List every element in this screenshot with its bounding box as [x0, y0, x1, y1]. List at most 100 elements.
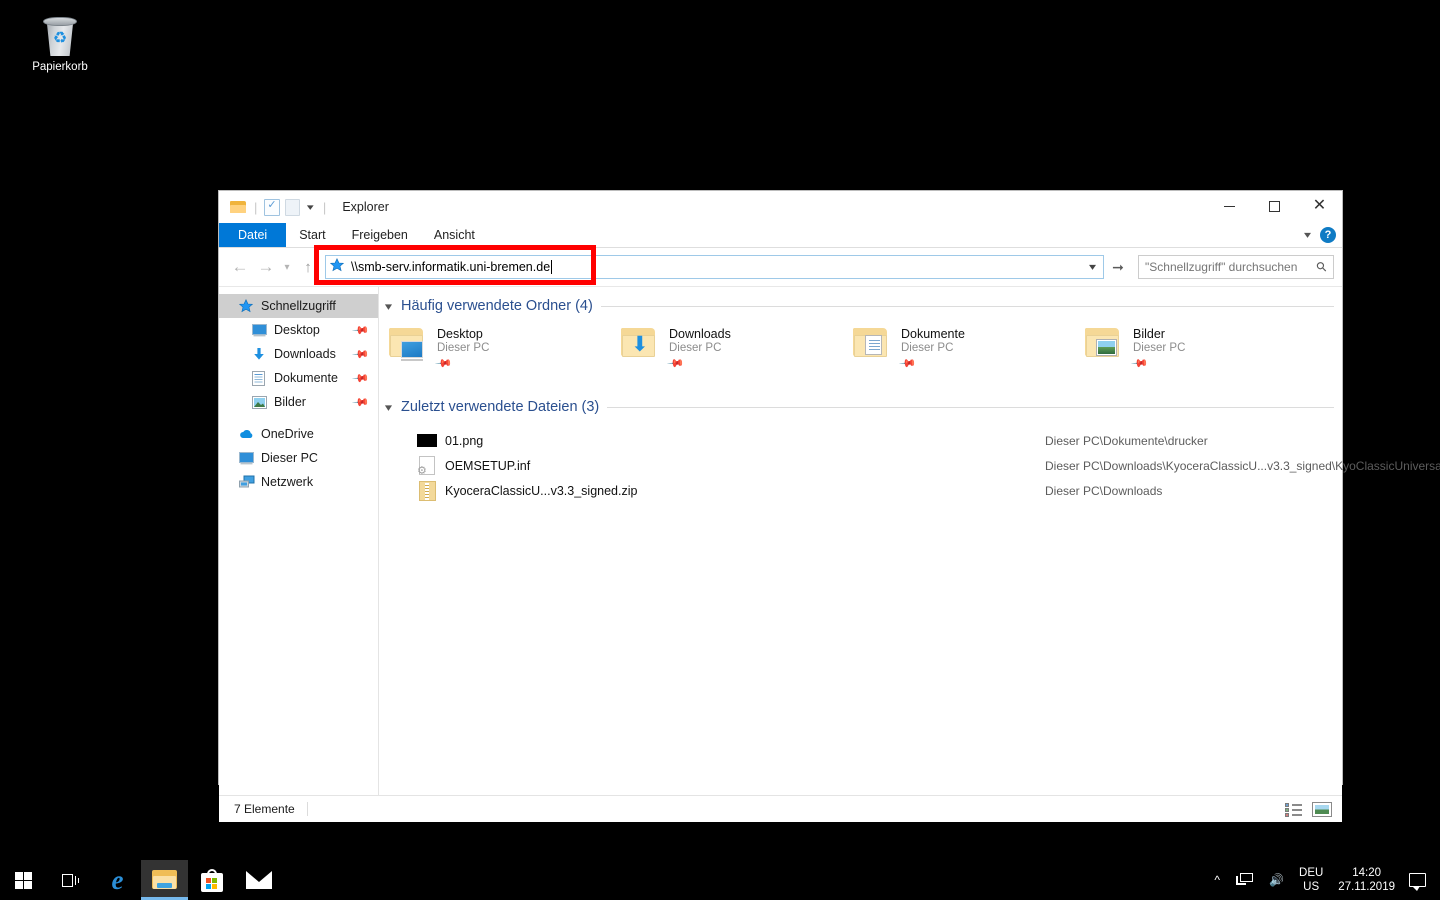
folder-tile-bilder[interactable]: Bilder Dieser PC 📌 [1083, 325, 1315, 373]
notification-icon[interactable] [1409, 873, 1426, 891]
clock[interactable]: 14:20 27.11.2019 [1330, 866, 1403, 894]
quick-access-star-icon [329, 257, 346, 277]
address-bar[interactable]: \\smb-serv.informatik.uni-bremen.de ▾ [325, 255, 1104, 279]
properties-icon[interactable] [264, 198, 281, 216]
sidebar-item-dieser-pc[interactable]: Dieser PC [219, 446, 378, 470]
tab-ansicht[interactable]: Ansicht [421, 223, 488, 247]
group-header-frequent-folders[interactable]: ▾ Häufig verwendete Ordner (4) [385, 293, 1334, 319]
go-button[interactable]: ➞ [1106, 255, 1130, 279]
task-view-button[interactable] [47, 860, 94, 900]
sidebar-item-onedrive[interactable]: OneDrive [219, 422, 378, 446]
tab-freigeben[interactable]: Freigeben [339, 223, 421, 247]
title-bar[interactable]: | ▾ | Explorer ✕ [219, 191, 1342, 223]
inf-file-icon [415, 456, 439, 477]
sidebar-item-schnellzugriff[interactable]: Schnellzugriff [219, 294, 378, 318]
separator: | [254, 199, 258, 215]
close-button[interactable]: ✕ [1297, 191, 1342, 221]
group-header-recent-files[interactable]: ▾ Zuletzt verwendete Dateien (3) [385, 394, 1334, 420]
ribbon-right-controls: ▾ ? [1304, 223, 1336, 247]
window-title: Explorer [342, 200, 389, 214]
folder-tile-dokumente[interactable]: Dokumente Dieser PC 📌 [851, 325, 1083, 373]
recycle-bin-icon: ♻ [20, 8, 100, 58]
maximize-button[interactable] [1252, 191, 1297, 221]
tab-datei[interactable]: Datei [219, 223, 287, 247]
pin-icon: 📌 [898, 354, 917, 373]
edge-icon: e [111, 864, 124, 895]
back-button[interactable]: ← [227, 254, 253, 280]
search-box[interactable]: "Schnellzugriff" durchsuchen ⚲ [1138, 255, 1334, 279]
sidebar-item-label: Dokumente [274, 371, 338, 385]
edge-button[interactable]: e [94, 860, 141, 900]
network-icon[interactable] [1228, 873, 1261, 887]
keyboard-layout-indicator[interactable]: DEU US [1292, 866, 1330, 894]
chevron-up-icon[interactable]: ^ [1206, 873, 1228, 887]
png-file-icon [415, 434, 439, 447]
search-input[interactable]: "Schnellzugriff" durchsuchen [1145, 260, 1297, 274]
clock-time: 14:20 [1352, 867, 1382, 879]
list-item[interactable]: 01.png Dieser PC\Dokumente\drucker [387, 428, 1334, 453]
sidebar-item-label: Dieser PC [261, 451, 318, 465]
sidebar-item-label: Downloads [274, 347, 336, 361]
search-icon[interactable]: ⚲ [1313, 258, 1331, 276]
folder-pictures-icon [1083, 325, 1127, 365]
quick-access-toolbar: | ▾ | Explorer [219, 198, 389, 216]
chevron-down-icon[interactable]: ▾ [385, 300, 403, 313]
help-icon[interactable]: ? [1320, 227, 1336, 243]
up-button[interactable]: ↑ [295, 254, 321, 280]
keyboard-layout: US [1303, 881, 1320, 893]
recent-locations-button[interactable]: ▾ [279, 254, 295, 280]
start-button[interactable] [0, 860, 47, 900]
large-icons-view-icon[interactable] [1312, 801, 1332, 817]
folder-tile-downloads[interactable]: ⬇ Downloads Dieser PC 📌 [619, 325, 851, 373]
status-bar: 7 Elemente [219, 795, 1342, 822]
star-icon [239, 299, 257, 313]
group-title: Häufig verwendete Ordner (4) [401, 298, 593, 314]
pin-icon: 📌 [351, 393, 370, 412]
folder-location: Dieser PC [901, 342, 954, 354]
navigation-bar: ← → ▾ ↑ \\smb-serv.informatik.uni-bremen… [219, 248, 1342, 287]
folder-tile-desktop[interactable]: Desktop Dieser PC 📌 [387, 325, 619, 373]
explorer-button[interactable] [141, 860, 188, 900]
store-button[interactable] [188, 860, 235, 900]
list-item[interactable]: KyoceraClassicU...v3.3_signed.zip Dieser… [387, 478, 1334, 503]
navigation-pane: Schnellzugriff Desktop 📌 Downloads 📌 Dok… [219, 287, 379, 795]
details-view-icon[interactable] [1285, 802, 1302, 817]
address-dropdown-icon[interactable]: ▾ [1089, 262, 1096, 273]
sidebar-item-bilder[interactable]: Bilder 📌 [219, 390, 378, 414]
sidebar-item-dokumente[interactable]: Dokumente 📌 [219, 366, 378, 390]
folder-name: Bilder [1133, 327, 1165, 341]
address-input-value[interactable]: \\smb-serv.informatik.uni-bremen.de [351, 260, 550, 274]
chevron-down-icon[interactable]: ▾ [1304, 230, 1311, 241]
pin-icon: 📌 [434, 354, 453, 373]
monitor-icon [252, 323, 270, 337]
desktop-icon-label: Papierkorb [32, 61, 88, 73]
speaker-icon[interactable]: 🔊 [1261, 873, 1292, 887]
customize-qat-icon[interactable]: ▾ [303, 202, 319, 213]
chevron-down-icon[interactable]: ▾ [385, 401, 403, 414]
taskbar: e ^ 🔊 DEU US 14:20 27.11.2019 [0, 860, 1440, 900]
minimize-button[interactable] [1207, 191, 1252, 221]
file-explorer-icon [151, 869, 178, 891]
mail-button[interactable] [235, 860, 282, 900]
divider [600, 305, 1334, 307]
system-tray: ^ 🔊 DEU US 14:20 27.11.2019 [1206, 860, 1440, 900]
separator: | [322, 199, 327, 215]
sidebar-item-desktop[interactable]: Desktop 📌 [219, 318, 378, 342]
screen: ♻ Papierkorb | ▾ | Explorer ✕ [0, 0, 1440, 900]
file-name: KyoceraClassicU...v3.3_signed.zip [445, 483, 638, 498]
folder-name: Downloads [669, 327, 731, 341]
tab-start[interactable]: Start [286, 223, 338, 247]
forward-button[interactable]: → [253, 254, 279, 280]
window-body: Schnellzugriff Desktop 📌 Downloads 📌 Dok… [219, 287, 1440, 795]
pin-icon: 📌 [351, 369, 370, 388]
list-item[interactable]: OEMSETUP.inf Dieser PC\Downloads\Kyocera… [387, 453, 1440, 478]
explorer-icon[interactable] [230, 200, 247, 214]
item-count-label: 7 Elemente [234, 802, 295, 816]
sidebar-item-netzwerk[interactable]: Netzwerk [219, 470, 378, 494]
text-caret [551, 260, 553, 274]
desktop-icon-recycle-bin[interactable]: ♻ Papierkorb [20, 8, 100, 73]
folder-location: Dieser PC [437, 342, 490, 354]
new-folder-icon[interactable] [285, 198, 301, 216]
sidebar-item-downloads[interactable]: Downloads 📌 [219, 342, 378, 366]
